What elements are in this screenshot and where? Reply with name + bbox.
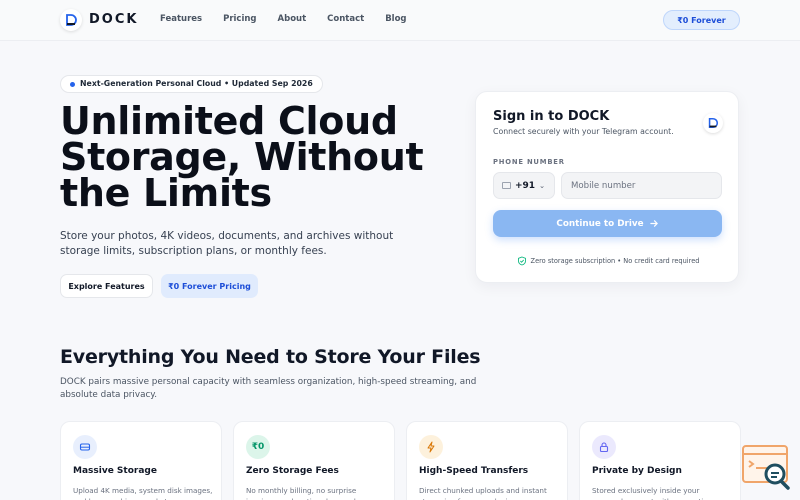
signin-title: Sign in to DOCK bbox=[493, 109, 610, 124]
lock-icon bbox=[592, 435, 616, 459]
nav-links: Features Pricing About Contact Blog bbox=[160, 14, 428, 24]
hero-title: Unlimited Cloud Storage, Without the Lim… bbox=[60, 99, 424, 215]
dock-logo-icon bbox=[703, 113, 723, 133]
feature-title: Massive Storage bbox=[73, 466, 157, 476]
signin-card: Sign in to DOCK Connect securely with yo… bbox=[475, 91, 739, 283]
assurance-text: Zero storage subscription • No credit ca… bbox=[530, 257, 700, 265]
forever-pill[interactable]: ₹0 Forever bbox=[663, 10, 740, 30]
feature-title: High-Speed Transfers bbox=[419, 466, 529, 476]
dock-logo-icon[interactable] bbox=[60, 9, 82, 31]
feature-title: Zero Storage Fees bbox=[246, 466, 339, 476]
flag-icon bbox=[502, 182, 511, 189]
brand-name[interactable]: DOCK bbox=[89, 12, 138, 27]
features-title: Everything You Need to Store Your Files bbox=[60, 346, 481, 368]
explore-features-button[interactable]: Explore Features bbox=[60, 274, 153, 298]
feature-desc: Upload 4K media, system disk images, and… bbox=[73, 486, 213, 500]
nav-link-contact[interactable]: Contact bbox=[327, 14, 364, 24]
search-code-icon[interactable] bbox=[741, 444, 793, 492]
nav-link-blog[interactable]: Blog bbox=[385, 14, 406, 24]
hero-subtitle: Store your photos, 4K videos, documents,… bbox=[60, 230, 394, 257]
feature-desc: Stored exclusively inside your personal … bbox=[592, 486, 715, 500]
pricing-button[interactable]: ₹0 Forever Pricing bbox=[161, 274, 258, 298]
country-code-value: +91 bbox=[515, 180, 536, 191]
continue-to-drive-button[interactable]: Continue to Drive bbox=[493, 210, 722, 237]
hero-badge: Next-Generation Personal Cloud • Updated… bbox=[60, 75, 323, 93]
assurance-note: Zero storage subscription • No credit ca… bbox=[476, 256, 740, 266]
shield-check-icon bbox=[517, 256, 526, 266]
country-code-select[interactable]: +91 ⌄ bbox=[493, 172, 555, 199]
pricing-button-label: ₹0 Forever Pricing bbox=[168, 281, 251, 291]
nav-link-features[interactable]: Features bbox=[160, 14, 202, 24]
lightning-icon bbox=[419, 435, 443, 459]
feature-desc: No monthly billing, no surprise invoices… bbox=[246, 486, 366, 500]
signin-subtitle: Connect securely with your Telegram acco… bbox=[493, 127, 674, 136]
explore-features-label: Explore Features bbox=[68, 281, 145, 291]
feature-title: Private by Design bbox=[592, 466, 682, 476]
feature-card-storage[interactable]: Massive Storage Upload 4K media, system … bbox=[60, 421, 222, 500]
feature-card-privacy[interactable]: Private by Design Stored exclusively ins… bbox=[579, 421, 741, 500]
mobile-number-input[interactable] bbox=[561, 172, 722, 199]
drive-icon bbox=[73, 435, 97, 459]
hero-badge-text: Next-Generation Personal Cloud • Updated… bbox=[80, 79, 313, 88]
rupee-icon: ₹0 bbox=[246, 435, 270, 459]
top-nav: DOCK Features Pricing About Contact Blog… bbox=[0, 0, 800, 41]
feature-desc: Direct chunked uploads and instant strea… bbox=[419, 486, 547, 500]
features-subtitle: DOCK pairs massive personal capacity wit… bbox=[60, 377, 477, 400]
nav-pill-label: ₹0 Forever bbox=[677, 15, 726, 25]
status-dot-icon bbox=[70, 82, 75, 87]
arrow-right-icon bbox=[649, 220, 658, 227]
chevron-down-icon: ⌄ bbox=[539, 181, 545, 190]
feature-card-fees[interactable]: ₹0 Zero Storage Fees No monthly billing,… bbox=[233, 421, 395, 500]
nav-link-about[interactable]: About bbox=[278, 14, 307, 24]
continue-label: Continue to Drive bbox=[556, 218, 644, 229]
feature-card-speed[interactable]: High-Speed Transfers Direct chunked uplo… bbox=[406, 421, 568, 500]
nav-link-pricing[interactable]: Pricing bbox=[223, 14, 256, 24]
phone-number-label: PHONE NUMBER bbox=[493, 158, 565, 166]
